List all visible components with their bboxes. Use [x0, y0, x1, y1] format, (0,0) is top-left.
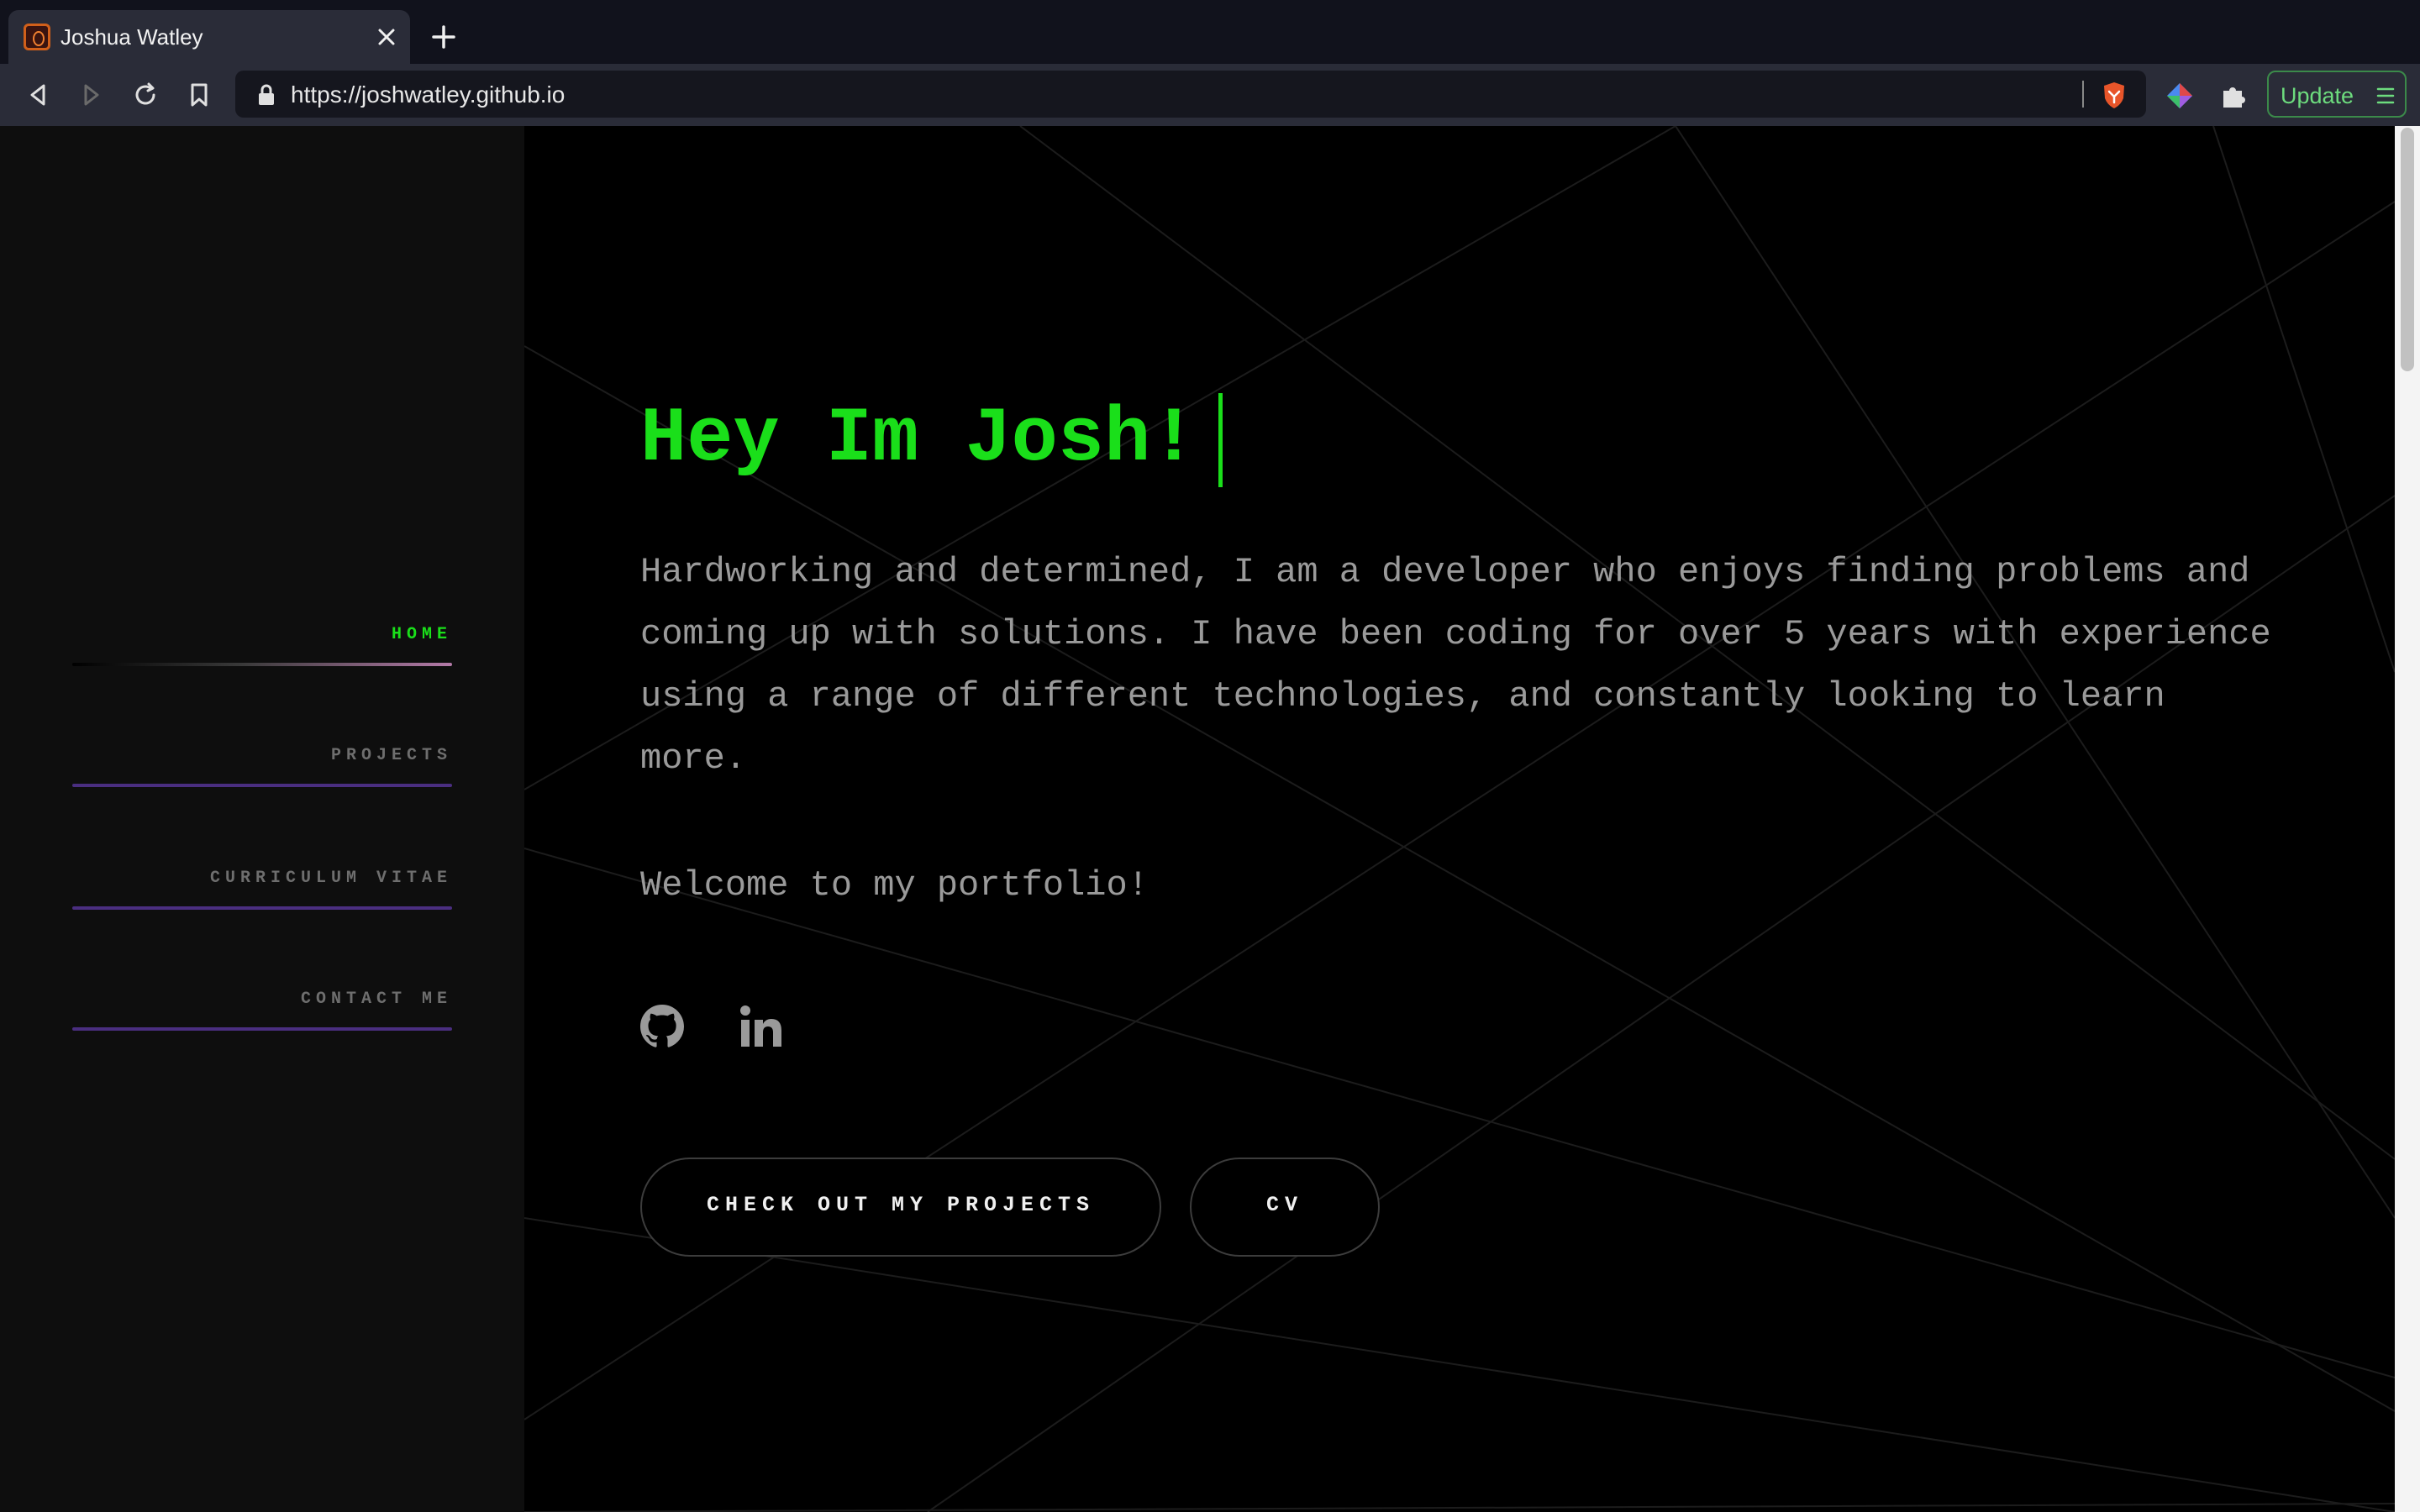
browser-tab[interactable]: Joshua Watley — [8, 10, 410, 64]
main-content: Hey Im Josh! Hardworking and determined,… — [524, 126, 2395, 1512]
extension-icon[interactable] — [2165, 81, 2195, 111]
reload-icon[interactable] — [128, 77, 163, 113]
update-label: Update — [2281, 83, 2354, 108]
forward-icon[interactable] — [74, 77, 109, 113]
close-icon[interactable] — [376, 27, 397, 47]
sidebar-item-contact[interactable]: CONTACT ME — [72, 990, 452, 1031]
sidebar-item-cv[interactable]: CURRICULUM VITAE — [72, 869, 452, 910]
nav-label-home[interactable]: HOME — [392, 625, 452, 644]
url-text[interactable]: https://joshwatley.github.io — [291, 81, 565, 108]
shield-logo-icon — [24, 24, 50, 50]
sidebar-nav: HOME PROJECTS CURRICULUM VITAE CONTACT M… — [0, 126, 524, 1512]
nav-label-projects[interactable]: PROJECTS — [331, 746, 452, 765]
background-lines — [524, 126, 2395, 1512]
projects-button-label: CHECK OUT MY PROJECTS — [706, 1193, 1096, 1217]
tab-strip: Joshua Watley — [0, 0, 2420, 64]
nav-underline-active — [72, 663, 452, 666]
browser-toolbar: https://joshwatley.github.io Update — [0, 64, 2420, 126]
lock-icon — [259, 84, 274, 105]
nav-underline — [72, 784, 452, 787]
tab-title: Joshua Watley — [60, 24, 203, 50]
address-bar[interactable]: https://joshwatley.github.io — [235, 71, 2146, 118]
menu-icon — [2376, 87, 2395, 104]
sidebar-item-home[interactable]: HOME — [72, 625, 452, 666]
web-page: HOME PROJECTS CURRICULUM VITAE CONTACT M… — [0, 126, 2420, 1512]
nav-underline — [72, 906, 452, 910]
back-icon[interactable] — [20, 77, 55, 113]
page-scrollbar[interactable] — [2395, 126, 2420, 1512]
intro-paragraph: Hardworking and determined, I am a devel… — [640, 552, 2271, 779]
cv-button[interactable]: CV — [1190, 1158, 1380, 1257]
welcome-text: Welcome to my portfolio! — [640, 865, 1149, 906]
check-out-projects-button[interactable]: CHECK OUT MY PROJECTS — [640, 1158, 1161, 1257]
hero-title: Hey Im Josh! — [640, 395, 1197, 483]
update-button[interactable]: Update — [2267, 71, 2407, 118]
cv-button-label: CV — [1265, 1193, 1303, 1217]
brave-shield-icon[interactable] — [2099, 80, 2129, 110]
nav-underline — [72, 1027, 452, 1031]
bookmark-icon[interactable] — [182, 77, 217, 113]
scrollbar-thumb[interactable] — [2401, 128, 2414, 371]
typing-cursor — [1218, 393, 1223, 487]
sidebar-item-projects[interactable]: PROJECTS — [72, 746, 452, 787]
nav-label-cv[interactable]: CURRICULUM VITAE — [210, 869, 452, 888]
puzzle-icon[interactable] — [2218, 81, 2249, 111]
github-icon[interactable] — [640, 1005, 684, 1048]
url-divider — [2082, 81, 2084, 108]
nav-label-contact[interactable]: CONTACT ME — [301, 990, 452, 1009]
linkedin-icon[interactable] — [739, 1005, 783, 1048]
plus-icon[interactable] — [430, 24, 457, 50]
